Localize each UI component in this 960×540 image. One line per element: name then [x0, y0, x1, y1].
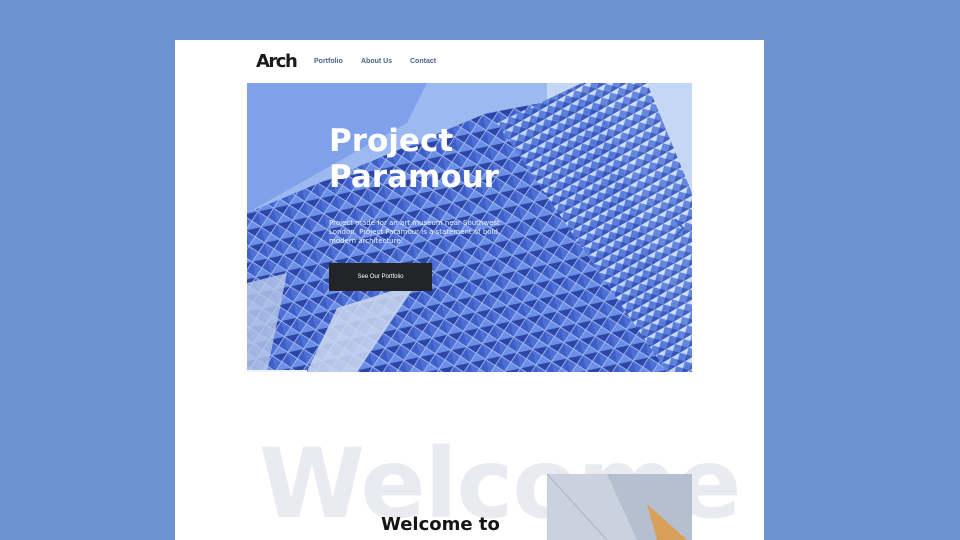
welcome-heading: Welcome to [381, 514, 500, 535]
hero-description: Project made for an art museum near Sout… [329, 219, 501, 245]
nav-portfolio[interactable]: Portfolio [314, 58, 343, 65]
welcome-building-photo [547, 474, 692, 540]
hero-title: Project Paramour [329, 123, 499, 195]
nav-contact[interactable]: Contact [410, 58, 436, 65]
arch-logo[interactable]: Arch [256, 51, 298, 72]
slider-progress-bar [247, 370, 307, 372]
chevron-right-icon[interactable] [672, 216, 686, 240]
nav-about-us[interactable]: About Us [361, 58, 392, 65]
hero-slider: Project Paramour Project made for an art… [247, 83, 692, 372]
website-page: Arch Portfolio About Us Contact Project … [175, 40, 764, 540]
see-portfolio-button[interactable]: See Our Portfolio [329, 263, 432, 291]
